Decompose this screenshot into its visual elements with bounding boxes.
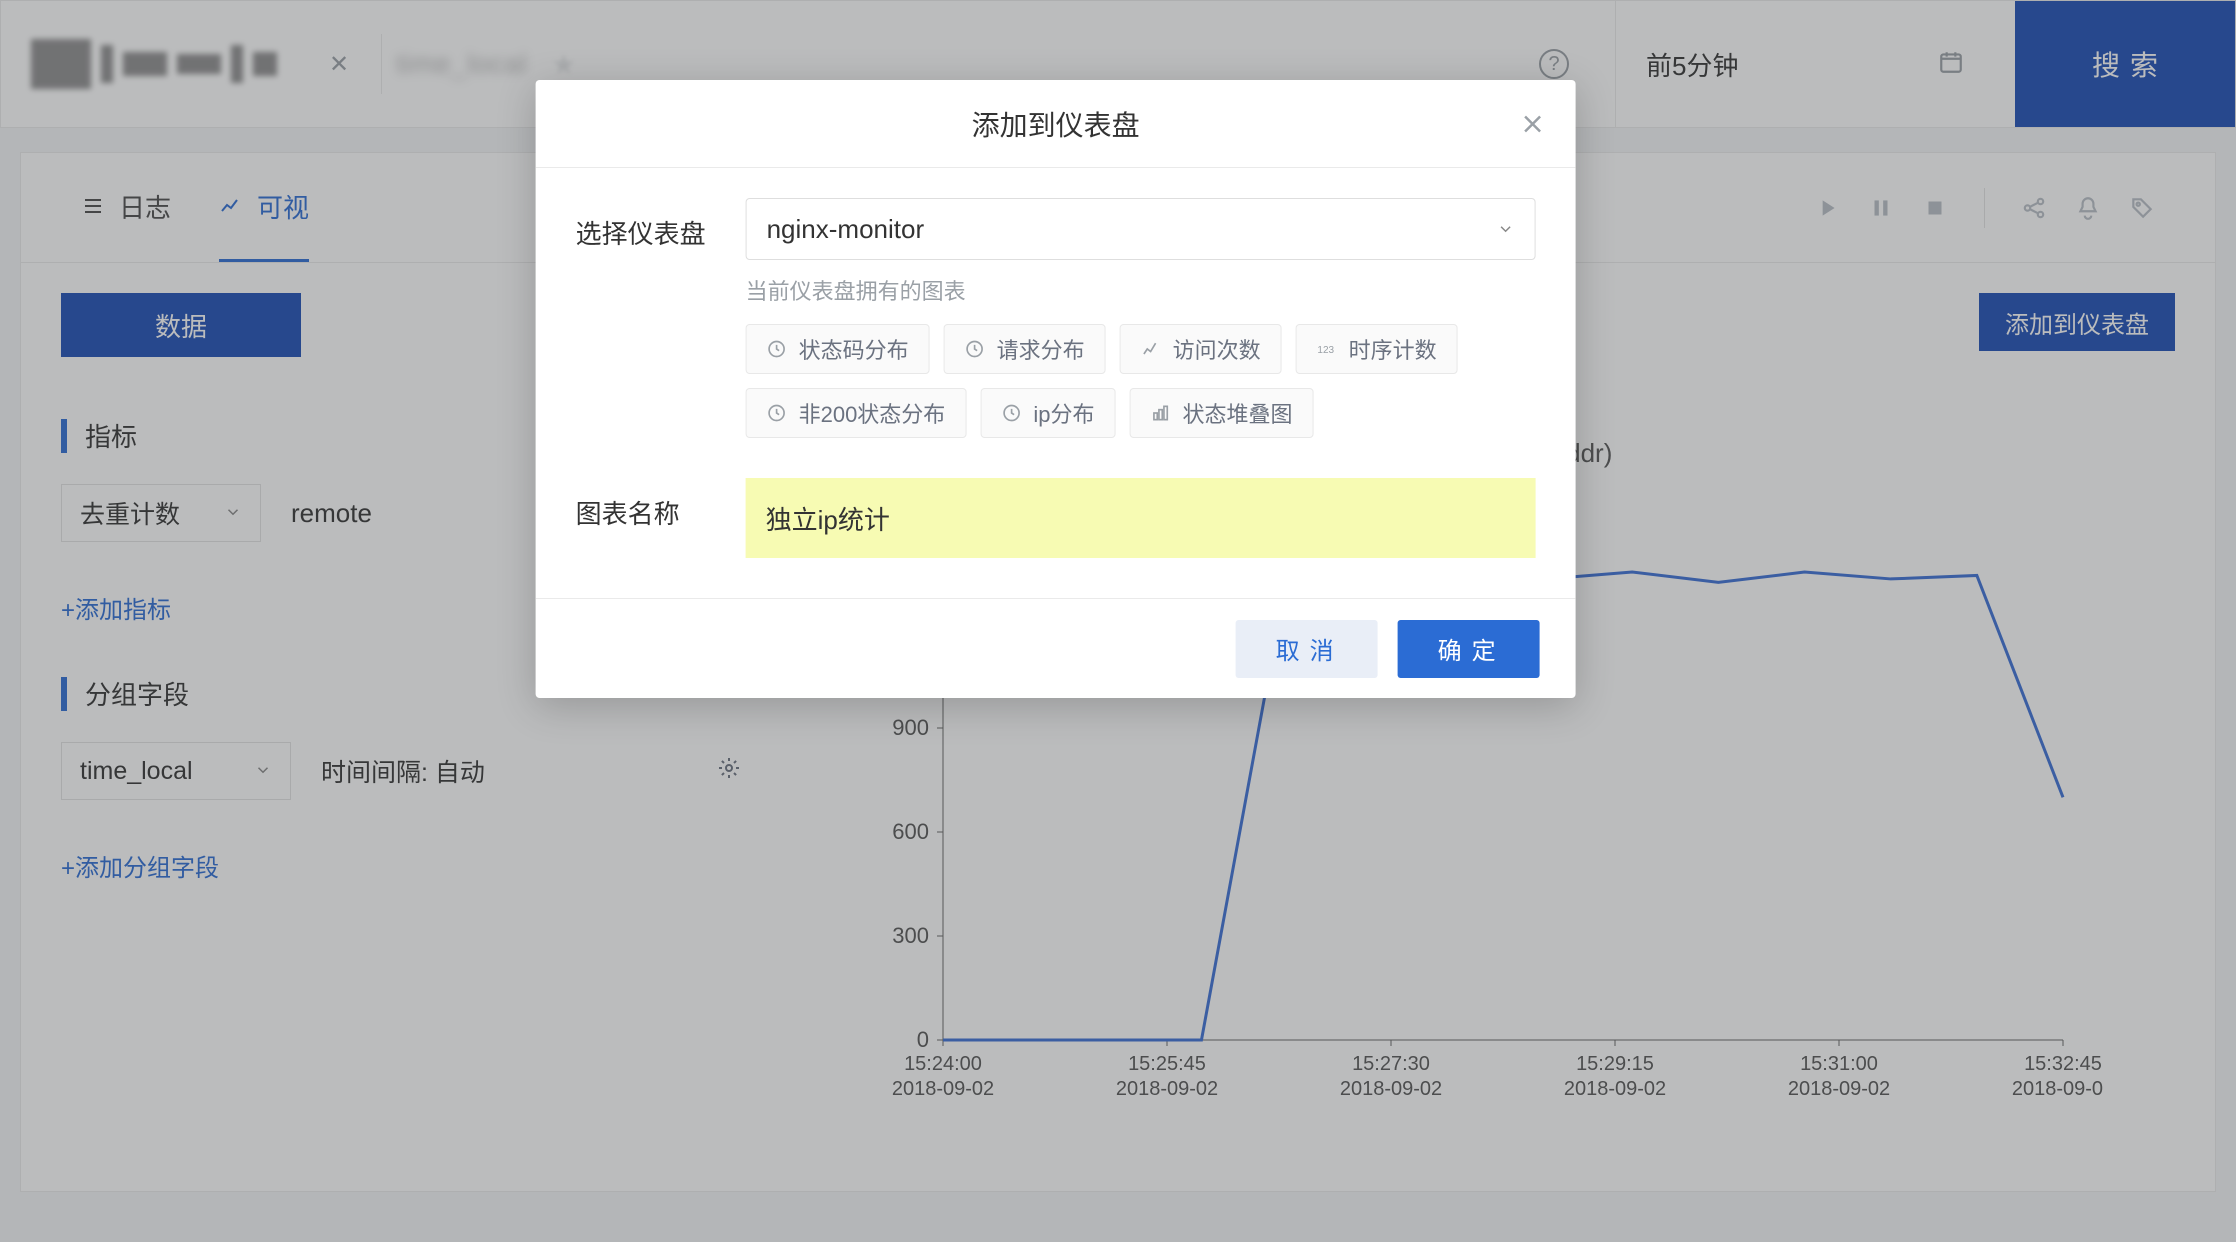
chart-chip[interactable]: 123 时序计数 bbox=[1296, 324, 1458, 374]
chip-label: 请求分布 bbox=[997, 333, 1085, 365]
chip-label: 时序计数 bbox=[1349, 333, 1437, 365]
modal-header: 添加到仪表盘 bbox=[536, 80, 1576, 168]
chip-label: 状态堆叠图 bbox=[1182, 397, 1292, 429]
chip-icon: 123 bbox=[1317, 339, 1337, 359]
chip-icon bbox=[767, 403, 787, 423]
select-dashboard-label: 选择仪表盘 bbox=[576, 198, 746, 251]
svg-text:123: 123 bbox=[1317, 345, 1334, 356]
chart-chip[interactable]: ip分布 bbox=[980, 388, 1115, 438]
chart-name-label: 图表名称 bbox=[576, 478, 746, 531]
chip-icon bbox=[965, 339, 985, 359]
chart-chip[interactable]: 非200状态分布 bbox=[746, 388, 967, 438]
chip-label: 非200状态分布 bbox=[799, 397, 946, 429]
chip-icon bbox=[1150, 403, 1170, 423]
chip-icon bbox=[1001, 403, 1021, 423]
chip-label: 访问次数 bbox=[1173, 333, 1261, 365]
modal-title: 添加到仪表盘 bbox=[972, 104, 1140, 144]
add-to-dashboard-modal: 添加到仪表盘 选择仪表盘 nginx-monitor 当前仪表盘拥有的图表 状态… bbox=[536, 80, 1576, 698]
modal-body: 选择仪表盘 nginx-monitor 当前仪表盘拥有的图表 状态码分布 请求分布… bbox=[536, 168, 1576, 598]
select-dashboard-value: nginx-monitor bbox=[767, 214, 925, 245]
chevron-down-icon bbox=[1497, 214, 1515, 245]
chart-chip[interactable]: 状态码分布 bbox=[746, 324, 930, 374]
charts-sublabel: 当前仪表盘拥有的图表 bbox=[746, 274, 1536, 306]
chip-label: ip分布 bbox=[1033, 397, 1094, 429]
chip-label: 状态码分布 bbox=[799, 333, 909, 365]
chart-name-input[interactable] bbox=[746, 478, 1536, 558]
modal-footer: 取消 确定 bbox=[536, 598, 1576, 698]
close-icon[interactable] bbox=[1518, 109, 1548, 139]
ok-button[interactable]: 确定 bbox=[1398, 620, 1540, 678]
chart-chips: 状态码分布 请求分布 访问次数 123 时序计数非200状态分布 ip分布 状态堆叠图 bbox=[746, 324, 1536, 438]
select-dashboard[interactable]: nginx-monitor bbox=[746, 198, 1536, 260]
chart-chip[interactable]: 状态堆叠图 bbox=[1129, 388, 1313, 438]
cancel-button[interactable]: 取消 bbox=[1236, 620, 1378, 678]
chart-chip[interactable]: 请求分布 bbox=[944, 324, 1106, 374]
chart-chip[interactable]: 访问次数 bbox=[1120, 324, 1282, 374]
chip-icon bbox=[1141, 339, 1161, 359]
chip-icon bbox=[767, 339, 787, 359]
